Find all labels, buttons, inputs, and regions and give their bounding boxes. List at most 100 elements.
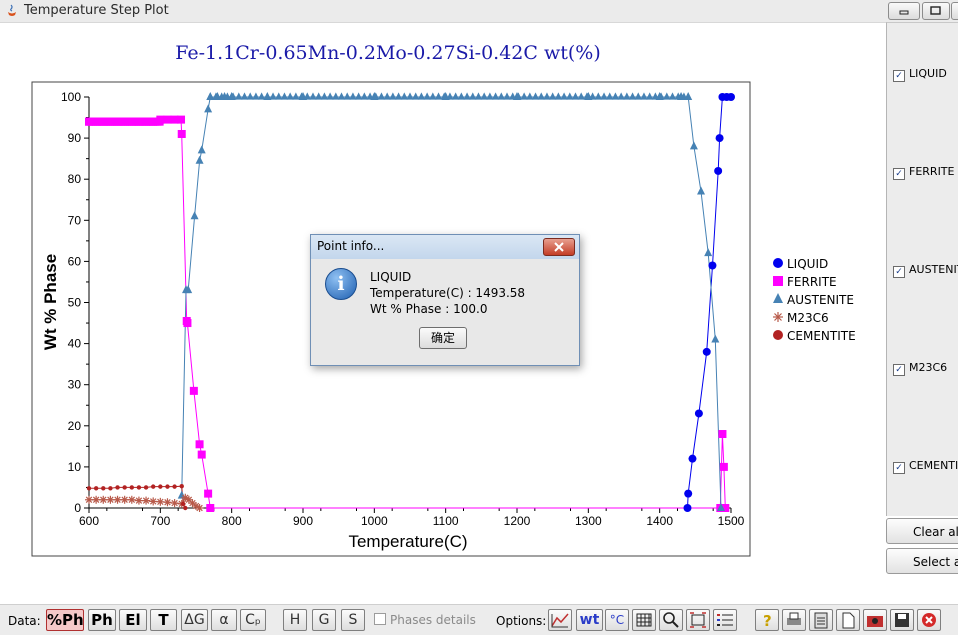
legend-label-cementite: CEMENTITE — [787, 329, 856, 343]
x-tick-label: 600 — [79, 514, 99, 528]
print-button[interactable] — [782, 609, 806, 631]
data-point-m23c6 — [85, 495, 93, 504]
phase-checkbox-austenite[interactable]: ✓AUSTENITE — [893, 263, 958, 278]
phases-details-checkbox[interactable]: Phases details — [374, 613, 476, 627]
legend-list-button[interactable] — [713, 609, 737, 631]
data-point-m23c6 — [149, 497, 158, 506]
x-axis-title: Temperature(C) — [348, 532, 467, 551]
data-point-cementite — [115, 485, 120, 490]
stop-button[interactable] — [917, 609, 941, 631]
data-point-cementite — [180, 501, 186, 507]
data-point-m23c6 — [142, 496, 151, 505]
y-tick-label: 40 — [68, 337, 82, 351]
weight-units-button[interactable]: wt — [576, 609, 603, 631]
data-point-ferrite — [155, 117, 164, 126]
x-tick-label: 700 — [150, 514, 170, 528]
cp-button[interactable]: Cₚ — [240, 609, 266, 631]
select-all-button[interactable]: Select all — [886, 548, 958, 574]
data-point-m23c6 — [120, 495, 129, 504]
data-point-cementite — [122, 485, 127, 490]
gibbs-button[interactable]: G — [312, 609, 336, 631]
y-tick-label: 70 — [68, 213, 82, 227]
phase-checkbox-ferrite[interactable]: ✓ FERRITE — [893, 165, 954, 180]
data-point-cementite — [86, 486, 92, 491]
x-tick-label: 800 — [222, 514, 242, 528]
x-tick-label: 1000 — [361, 514, 388, 528]
dialog-close-button[interactable] — [543, 238, 575, 256]
phase-checkbox-cementite[interactable]: ✓CEMENTITE — [893, 459, 958, 474]
x-tick-label: 1300 — [575, 514, 602, 528]
data-point-cementite — [136, 485, 142, 490]
x-tick-label: 1200 — [504, 514, 531, 528]
data-point-m23c6 — [195, 504, 204, 512]
y-tick-label: 60 — [68, 254, 82, 268]
data-point-liquid — [714, 166, 723, 175]
y-tick-label: 80 — [68, 172, 82, 186]
svg-text:?: ? — [763, 612, 772, 630]
celsius-button[interactable]: °C — [605, 609, 629, 631]
camera-icon — [867, 616, 883, 627]
data-point-cementite — [158, 484, 163, 489]
legend-label-austenite: AUSTENITE — [787, 293, 854, 307]
enthalpy-button[interactable]: H — [283, 609, 307, 631]
alpha-button[interactable]: α — [211, 609, 237, 631]
phase-button[interactable]: Ph — [88, 609, 116, 631]
legend-label-m23c6: M23C6 — [787, 311, 829, 325]
data-point-liquid — [683, 504, 692, 512]
legend-label-ferrite: FERRITE — [787, 275, 837, 289]
legend-marker-liquid — [773, 258, 783, 268]
clear-all-button[interactable]: Clear all — [886, 518, 958, 544]
legend-marker-cementite — [773, 330, 783, 340]
printer-icon — [787, 612, 801, 625]
data-point-m23c6 — [134, 496, 143, 505]
dialog-title: Point info... — [317, 239, 385, 253]
help-button[interactable]: ? — [755, 609, 779, 631]
data-point-ferrite — [197, 450, 206, 459]
data-point-liquid — [727, 93, 735, 101]
data-point-ferrite — [163, 115, 172, 124]
temperature-button[interactable]: T — [150, 609, 177, 631]
data-point-cementite — [101, 486, 106, 491]
document-button[interactable] — [836, 609, 860, 631]
phase-checkbox-liquid[interactable]: ✓ LIQUID — [893, 67, 947, 82]
phases-details-label: Phases details — [390, 613, 476, 627]
data-point-cementite — [129, 485, 134, 490]
y-tick-label: 50 — [68, 296, 82, 310]
data-point-ferrite — [177, 115, 186, 124]
dialog-ok-button[interactable]: 确定 — [419, 327, 467, 349]
camera-button[interactable] — [863, 609, 887, 631]
delta-g-button[interactable]: ΔG — [181, 609, 208, 631]
y-tick-label: 90 — [68, 131, 82, 145]
dialog-phase-name: LIQUID — [370, 270, 412, 284]
phase-checkbox-m23c6[interactable]: ✓ M23C6 — [893, 361, 947, 376]
dialog-temperature: Temperature(C) : 1493.58 — [370, 286, 526, 300]
phase-selection-panel: ✓LIQUID ✓FERRITE ✓AUSTENITE ✓M23C6 ✓CEME… — [886, 22, 958, 516]
save-button[interactable] — [890, 609, 914, 631]
data-point-ferrite — [719, 462, 728, 471]
legend-marker-ferrite — [773, 276, 783, 286]
element-button[interactable]: El — [119, 609, 147, 631]
zoom-button[interactable] — [659, 609, 683, 631]
data-point-cementite — [108, 486, 113, 491]
data-point-ferrite — [718, 430, 727, 439]
phase-label-austenite: AUSTENITE — [909, 263, 958, 276]
chart-style-button[interactable] — [548, 609, 572, 631]
percent-phase-button[interactable]: %Ph — [46, 609, 84, 631]
fit-button[interactable] — [686, 609, 710, 631]
data-point-liquid — [702, 347, 711, 356]
data-point-ferrite — [195, 440, 204, 449]
y-tick-label: 20 — [68, 419, 82, 433]
clipboard-button[interactable] — [809, 609, 833, 631]
grid-toggle-button[interactable] — [632, 609, 656, 631]
data-point-cementite — [93, 486, 99, 491]
data-point-cementite — [179, 484, 184, 489]
data-point-liquid — [694, 409, 703, 418]
data-point-ferrite — [177, 129, 186, 138]
data-point-m23c6 — [127, 495, 136, 504]
data-point-ferrite — [189, 386, 198, 395]
legend-marker-m23c6 — [773, 312, 783, 322]
x-tick-label: 1400 — [646, 514, 673, 528]
legend-marker-austenite — [773, 293, 783, 303]
entropy-button[interactable]: S — [341, 609, 365, 631]
grid-icon — [636, 613, 652, 627]
